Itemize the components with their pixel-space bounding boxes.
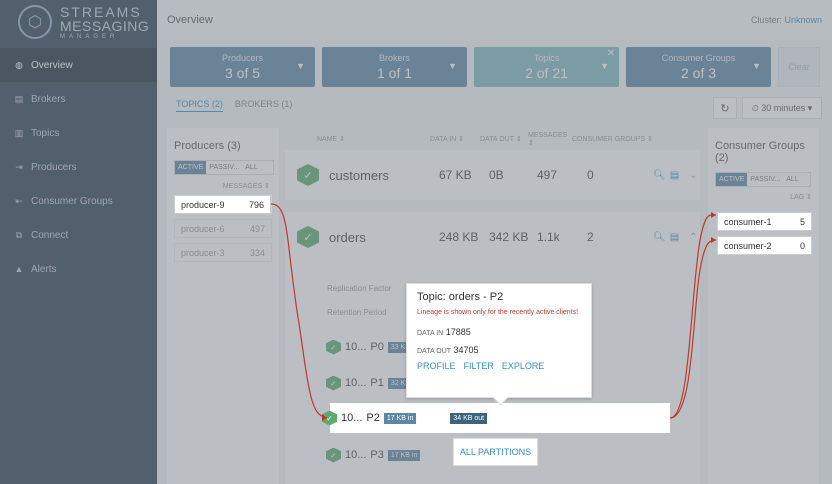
logo-icon: ⬡ [18,5,52,39]
partition-row-selected[interactable]: ✓ 10... P2 17 KB in 34 KB out [322,403,670,433]
sidebar: ⬡ STREAMS MESSAGING MANAGER ◍ Overview ▤ B… [0,0,157,484]
warning-icon: ▲ [14,264,24,274]
refresh-icon: ↻ [720,102,730,115]
chevron-down-icon[interactable]: ⌄ [689,170,697,181]
cluster-info: Cluster: Unknown [750,15,822,25]
sidebar-item-alerts[interactable]: ▲ Alerts [0,252,157,286]
popup-data-out: 34705 [453,344,479,355]
search-icon[interactable]: 🔍︎ [653,170,666,181]
app-logo[interactable]: ⬡ STREAMS MESSAGING MANAGER [0,0,157,44]
search-icon[interactable]: 🔍︎ [653,232,666,243]
col-consumer-groups[interactable]: CONSUMER GROUPS ⇕ [572,135,653,143]
sidebar-item-consumer-groups[interactable]: ⇤ Consumer Groups [0,184,157,218]
refresh-button[interactable]: ↻ [713,97,737,119]
tab-topics[interactable]: TOPICS (2) [176,99,223,112]
check-icon: ✓ [297,164,319,186]
check-icon: ✓ [326,447,341,463]
toggle-active[interactable]: ACTIVE [716,173,748,186]
lag-column-header[interactable]: LAG ⇕ [715,193,812,201]
partition-popup: Topic: orders - P2 Lineage is shown only… [406,283,592,398]
consumer-row[interactable]: consumer-2 0 [717,236,812,255]
brand-line-1: STREAMS [60,3,142,20]
messages-column-header[interactable]: MESSAGES ⇕ [174,182,272,190]
producer-row[interactable]: producer-3 334 [174,243,272,262]
toggle-active[interactable]: ACTIVE [175,161,207,174]
producer-row-highlighted[interactable]: producer-9 796 [174,195,271,214]
caret-down-icon: ▼ [752,61,761,71]
filter-producers[interactable]: Producers 3 of 5 ▼ [170,47,315,87]
replication-factor-label: Replication Factor [327,284,392,293]
topic-row[interactable]: ✓ customers 67 KB 0B 497 0 🔍︎ ▤ ⌄ [285,150,700,200]
chevron-up-icon[interactable]: ⌃ [689,232,697,243]
filter-brokers[interactable]: Brokers 1 of 1 ▼ [322,47,467,87]
producers-filter-toggle: ACTIVE PASSIV... ALL [174,160,274,175]
time-range-dropdown[interactable]: ⏲ 30 minutes ▾ [742,97,822,119]
brand-line-3: MANAGER [60,33,119,40]
filter-link[interactable]: FILTER [464,361,494,371]
top-bar: Overview Cluster: Unknown [157,0,832,40]
profile-link[interactable]: PROFILE [417,361,456,371]
filter-consumer-groups[interactable]: Consumer Groups 2 of 3 ▼ [626,47,771,87]
connect-icon: ⧉ [15,229,23,240]
brand-line-2: MESSAGING [60,17,150,34]
check-icon: ✓ [326,339,341,355]
producers-title: Producers (3) [174,140,241,152]
col-data-in[interactable]: DATA IN ⇕ [430,135,480,143]
check-icon: ✓ [297,226,319,248]
producer-row[interactable]: producer-6 497 [174,219,272,238]
popup-warning: Lineage is shown only for the recently a… [417,309,579,316]
sidebar-item-brokers[interactable]: ▤ Brokers [0,82,157,116]
popup-data-in: 17885 [445,326,471,337]
col-messages[interactable]: MESSAGES ⇕ [528,132,572,147]
check-icon: ✓ [326,375,341,391]
tabs: TOPICS (2) BROKERS (1) [176,99,292,112]
import-icon: ⇥ [15,161,23,172]
list-icon[interactable]: ▤ [670,232,679,243]
filter-topics[interactable]: ✕ Topics 2 of 21 ▼ [474,47,619,87]
caret-down-icon: ▼ [448,61,457,71]
explore-link[interactable]: EXPLORE [502,361,545,371]
topics-table-header: NAME ⇕ DATA IN ⇕ DATA OUT ⇕ MESSAGES ⇕ C… [285,128,700,150]
document-icon: ▥ [14,127,24,138]
all-partitions-button[interactable]: ALL PARTITIONS [453,438,538,466]
sidebar-item-topics[interactable]: ▥ Topics [0,116,157,150]
toggle-passive[interactable]: PASSIV... [206,161,242,174]
list-icon[interactable]: ▤ [670,170,679,181]
col-data-out[interactable]: DATA OUT ⇕ [480,135,528,143]
clock-icon: ⏲ [751,102,762,113]
toggle-all[interactable]: ALL [242,161,260,174]
export-icon: ⇤ [15,195,23,206]
consumer-groups-title: Consumer Groups (2) [715,140,805,164]
caret-down-icon: ▼ [600,61,609,71]
consumers-filter-toggle: ACTIVE PASSIV... ALL [715,172,811,187]
toggle-passive[interactable]: PASSIV... [747,173,783,186]
server-icon: ▤ [14,93,24,104]
clear-button[interactable]: Clear [778,47,820,87]
cluster-value[interactable]: Unknown [784,15,822,25]
tab-brokers[interactable]: BROKERS (1) [235,99,293,112]
dashboard-icon: ◍ [15,59,23,70]
consumer-groups-panel: Consumer Groups (2) ACTIVE PASSIV... ALL… [708,128,819,484]
producers-panel: Producers (3) ACTIVE PASSIV... ALL MESSA… [167,128,279,484]
filter-bar: Producers 3 of 5 ▼ Brokers 1 of 1 ▼ ✕ Topics 2… [170,47,820,87]
consumer-row[interactable]: consumer-1 5 [717,212,812,231]
caret-down-icon: ▼ [296,61,305,71]
sidebar-item-overview[interactable]: ◍ Overview [0,48,157,82]
sidebar-item-connect[interactable]: ⧉ Connect [0,218,157,252]
page-title: Overview [167,14,213,26]
retention-period-label: Retention Period [327,308,387,317]
col-name[interactable]: NAME ⇕ [285,135,430,143]
popup-title: Topic: orders - P2 [417,291,504,303]
sidebar-item-producers[interactable]: ⇥ Producers [0,150,157,184]
toggle-all[interactable]: ALL [783,173,801,186]
